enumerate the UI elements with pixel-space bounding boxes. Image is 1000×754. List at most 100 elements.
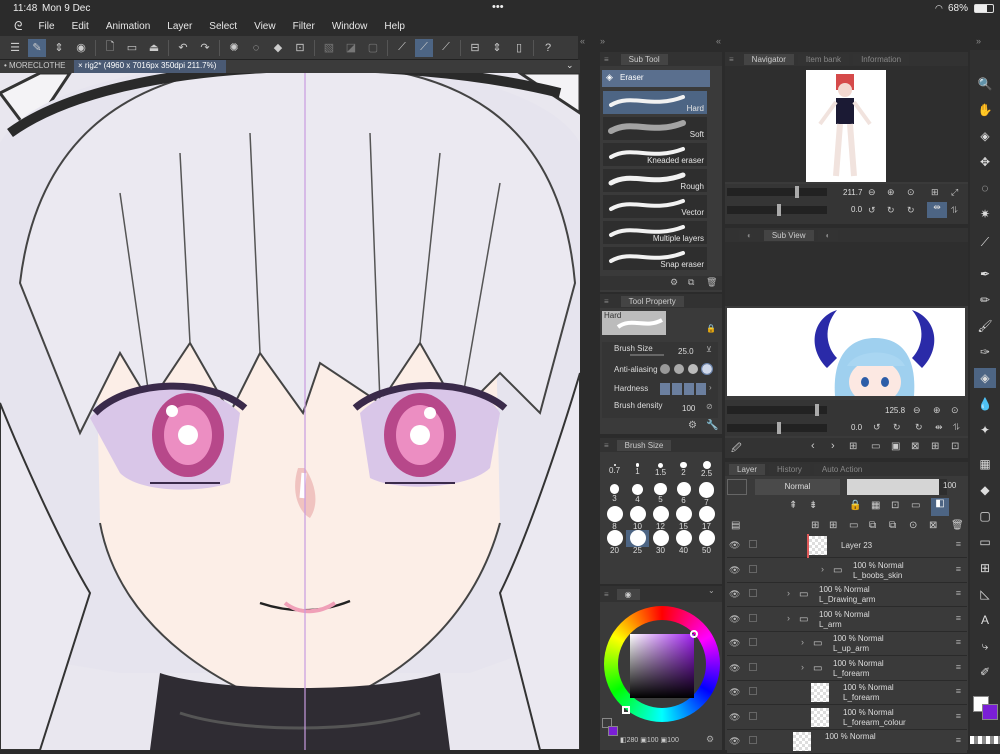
layer-color-icon[interactable]: ◧ — [931, 498, 949, 516]
subview-delete-icon[interactable]: ⊠ — [911, 441, 919, 452]
layer-row[interactable]: 👁 100 % Normal ≡ — [727, 730, 967, 754]
layer-menu-icon[interactable]: ≡ — [956, 564, 961, 574]
menu-file[interactable]: File — [38, 21, 54, 32]
subview-flip-v-icon[interactable]: ⥮ — [953, 422, 960, 433]
subview-close-icon[interactable]: ⊡ — [951, 441, 959, 452]
rotate-left-icon[interactable]: ↺ — [868, 205, 876, 216]
layer-menu-icon[interactable]: ≡ — [956, 711, 961, 721]
magic-wand-icon[interactable]: ✷ — [974, 204, 996, 224]
tool-property-settings-icon[interactable]: ⚙ — [688, 420, 697, 431]
layer-mask-icon[interactable]: ⊡ — [891, 500, 899, 511]
blend-mode-select[interactable]: Normal — [755, 479, 840, 495]
brush-size-option[interactable]: 1 — [626, 458, 649, 476]
subview-next-icon[interactable]: › — [831, 440, 835, 452]
gradient-tool-icon[interactable]: ◆ — [974, 480, 996, 500]
brush-density-row[interactable]: Brush density 100 ⊘ — [602, 399, 718, 418]
hamburger-menu-icon[interactable]: ☰ — [6, 39, 24, 57]
layer-menu-icon[interactable]: ≡ — [956, 613, 961, 623]
expand-chevron-icon[interactable]: › — [801, 662, 804, 672]
brush-size-option[interactable]: 17 — [695, 506, 718, 531]
visibility-eye-icon[interactable]: 👁 — [729, 589, 740, 599]
tab-auto-action[interactable]: Auto Action — [813, 463, 871, 475]
fit-window-icon[interactable]: ⊞ — [931, 187, 939, 198]
subview-folder-icon[interactable]: ▭ — [871, 441, 880, 452]
sub-color-swatch[interactable] — [608, 726, 618, 736]
brush-item-rough[interactable]: Rough — [602, 168, 708, 193]
brush-size-option[interactable]: 4 — [626, 482, 649, 504]
menu-edit[interactable]: Edit — [72, 21, 89, 32]
layer-edit-checkbox[interactable] — [749, 540, 757, 548]
brush-size-option[interactable]: 5 — [649, 482, 672, 504]
stabilizer-icon[interactable]: ⟋ — [415, 38, 433, 57]
brush-size-row[interactable]: Brush Size 25.0 ⊻ — [602, 342, 718, 361]
brush-item-kneaded-eraser[interactable]: Kneaded eraser — [602, 142, 708, 167]
brush-item-snap-eraser[interactable]: Snap eraser — [602, 246, 708, 271]
fill-tool-icon[interactable]: ▦ — [974, 454, 996, 474]
subview-grid-icon[interactable]: ⊞ — [849, 441, 857, 452]
edit-mode-icon[interactable]: ✎ — [28, 38, 46, 57]
subview-zoom-out-icon[interactable]: ⊖ — [913, 405, 921, 416]
subview-image-icon[interactable]: ▣ — [891, 441, 900, 452]
visibility-eye-icon[interactable]: 👁 — [729, 712, 740, 722]
crop-icon[interactable]: ▢ — [364, 39, 382, 57]
clip-studio-logo-icon[interactable]: ᘓ — [14, 19, 22, 34]
correct-line-tool-icon[interactable]: ✐ — [974, 662, 996, 682]
expand-chevron-icon[interactable]: › — [801, 637, 804, 647]
subtool-duplicate-icon[interactable]: ⧉ — [688, 277, 694, 288]
subview-zoom-in-icon[interactable]: ⊕ — [933, 405, 941, 416]
layer-row[interactable]: 👁 100 % Normal L_forearm_colour ≡ — [727, 705, 967, 730]
blend-tool-icon[interactable]: 💧 — [974, 394, 996, 414]
layer-menu-icon[interactable]: ≡ — [956, 539, 961, 549]
layer-menu-icon[interactable]: ≡ — [956, 686, 961, 696]
tab-layer[interactable]: Layer — [729, 463, 766, 475]
visibility-eye-icon[interactable]: 👁 — [729, 663, 740, 673]
brush-size-option[interactable]: 8 — [603, 506, 626, 531]
subtool-delete-icon[interactable]: 🗑 — [706, 277, 717, 288]
expand-right-icon[interactable]: » — [600, 36, 605, 46]
tabs-chevron-down-icon[interactable]: ⌄ — [566, 60, 574, 71]
menu-window[interactable]: Window — [332, 21, 368, 32]
subview-fit-icon[interactable]: ⊙ — [951, 405, 959, 416]
subview-reference-image[interactable] — [727, 308, 965, 396]
layer-menu-icon[interactable]: ≡ — [956, 735, 961, 745]
balloon-tool-icon[interactable]: ⤷ — [974, 636, 996, 656]
ruler-icon[interactable]: ⟋ — [393, 39, 411, 57]
invert-selection-icon[interactable]: ◪ — [342, 39, 360, 57]
subview-reset-icon[interactable]: ↻ — [915, 422, 923, 433]
tab-tool-property[interactable]: Tool Property — [620, 295, 684, 307]
layout-icon[interactable]: ⊟ — [466, 39, 484, 57]
clear-icon[interactable]: ◌ — [247, 39, 265, 57]
brush-size-option[interactable]: 25 — [626, 530, 649, 555]
hardness-3[interactable] — [684, 383, 694, 395]
expand-chevron-icon[interactable]: › — [787, 613, 790, 623]
subview-rotate-right-icon[interactable]: ↻ — [893, 422, 901, 433]
layer-mask-add-icon[interactable]: ⊙ — [909, 520, 917, 531]
tab-color-wheel[interactable]: ◉ — [616, 588, 640, 600]
navigator-rotate-slider[interactable] — [727, 204, 827, 216]
brush-size-option[interactable]: 1.5 — [649, 458, 672, 477]
tab-moreclothe[interactable]: • MORECLOTHE — [0, 60, 72, 73]
menu-animation[interactable]: Animation — [106, 21, 150, 32]
lock-icon[interactable]: 🔒 — [706, 324, 716, 333]
menu-layer[interactable]: Layer — [167, 21, 192, 32]
hardness-2[interactable] — [672, 383, 682, 395]
actual-size-icon[interactable]: ⤢ — [951, 187, 958, 198]
tab-item-bank[interactable]: Item bank — [797, 53, 850, 65]
airbrush-tool-icon[interactable]: ✑ — [974, 342, 996, 362]
tab-navigator[interactable]: Navigator — [743, 53, 794, 65]
tab-history[interactable]: History — [769, 463, 810, 475]
layer-edit-checkbox[interactable] — [749, 638, 757, 646]
chevron-updown-icon[interactable]: ⇕ — [50, 39, 68, 57]
docs-icon[interactable]: ▯ — [510, 39, 528, 57]
delete-layer-icon[interactable]: 🗑 — [951, 520, 964, 531]
brush-tool-icon[interactable]: 🖌 — [974, 316, 996, 336]
navigator-zoom-slider[interactable] — [727, 186, 827, 198]
multitask-dots[interactable]: ••• — [492, 1, 504, 13]
hardness-4[interactable] — [696, 383, 706, 395]
layer-lock-alpha-icon[interactable]: ▦ — [871, 500, 880, 511]
subview-flip-h-icon[interactable]: ⇹ — [935, 422, 943, 433]
reset-rotation-icon[interactable]: ↻ — [907, 205, 915, 216]
flip-vertical-icon[interactable]: ⥮ — [951, 205, 958, 216]
subview-zoom-slider[interactable] — [727, 404, 827, 416]
figure-tool-icon[interactable]: ▢ — [974, 506, 996, 526]
